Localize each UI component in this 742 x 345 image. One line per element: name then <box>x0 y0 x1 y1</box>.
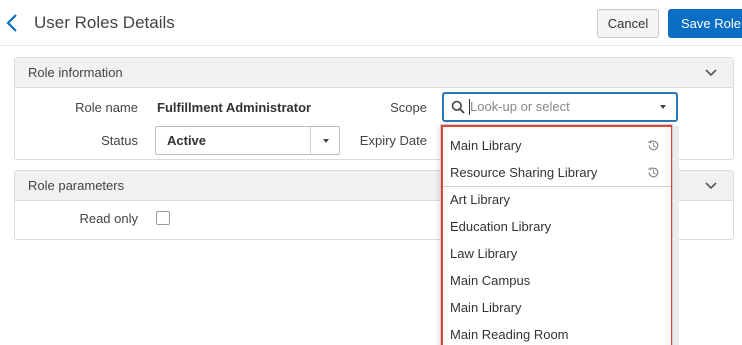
dropdown-item-label: Resource Sharing Library <box>450 165 598 180</box>
dropdown-option[interactable]: Art Library <box>441 186 672 213</box>
select-divider <box>310 127 311 154</box>
caret-down-icon <box>323 139 329 143</box>
history-icon <box>647 167 659 178</box>
expiry-date-label: Expiry Date <box>359 133 427 148</box>
back-arrow-icon[interactable] <box>5 12 21 34</box>
dropdown-option[interactable]: Main Reading Room <box>441 321 672 345</box>
chevron-down-icon[interactable] <box>705 69 717 77</box>
chevron-down-icon[interactable] <box>705 182 717 190</box>
role-name-label: Role name <box>75 100 138 115</box>
read-only-label: Read only <box>79 211 138 226</box>
history-icon <box>647 140 659 151</box>
section-title: Role parameters <box>28 178 125 193</box>
dropdown-scrollbar[interactable] <box>673 126 679 345</box>
section-title: Role information <box>28 65 123 80</box>
scope-dropdown: Main Library Resource Sharing Library Ar… <box>440 124 673 345</box>
dropdown-option[interactable]: Main Campus <box>441 267 672 294</box>
save-role-button[interactable]: Save Role <box>668 9 742 38</box>
search-icon <box>451 100 465 114</box>
status-label: Status <box>101 133 138 148</box>
dropdown-option[interactable]: Education Library <box>441 213 672 240</box>
dropdown-recent-item[interactable]: Main Library <box>441 132 672 159</box>
dropdown-item-label: Main Library <box>450 138 522 153</box>
cancel-button[interactable]: Cancel <box>597 9 659 38</box>
read-only-checkbox[interactable] <box>156 211 170 225</box>
role-name-value: Fulfillment Administrator <box>157 100 312 115</box>
dropdown-option[interactable]: Law Library <box>441 240 672 267</box>
dropdown-option[interactable]: Main Library <box>441 294 672 321</box>
scope-label: Scope <box>390 100 427 115</box>
scope-placeholder: Look-up or select <box>470 99 570 114</box>
status-select[interactable]: Active <box>155 126 340 155</box>
page-header: User Roles Details Cancel Save Role <box>0 0 742 46</box>
dropdown-recent-item[interactable]: Resource Sharing Library <box>441 159 672 186</box>
page-title: User Roles Details <box>34 13 175 32</box>
caret-down-icon[interactable] <box>660 105 666 109</box>
status-value: Active <box>167 133 207 148</box>
scope-input[interactable]: Look-up or select <box>442 92 678 122</box>
role-information-header[interactable]: Role information <box>15 58 733 88</box>
